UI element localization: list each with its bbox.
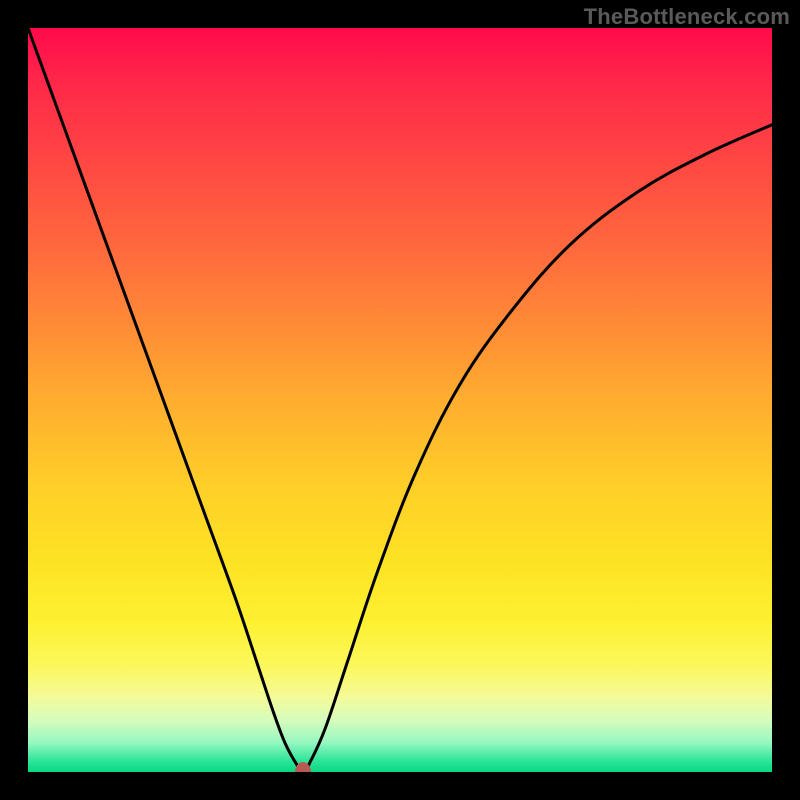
plot-area (28, 28, 772, 772)
curve-svg (28, 28, 772, 772)
bottleneck-curve (28, 28, 772, 772)
watermark-text: TheBottleneck.com (584, 4, 790, 30)
chart-frame: TheBottleneck.com (0, 0, 800, 800)
